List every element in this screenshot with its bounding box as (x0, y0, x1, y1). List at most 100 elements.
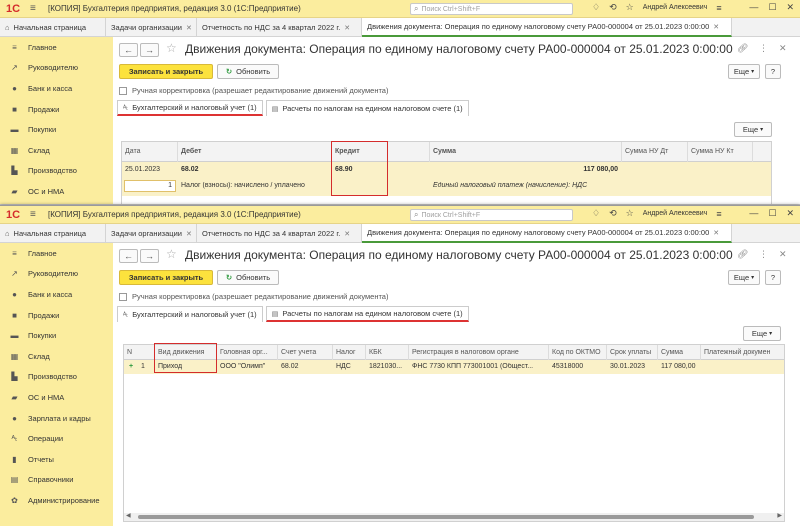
maximize-icon[interactable]: ☐ (768, 2, 776, 13)
minimize-icon[interactable]: — (749, 2, 758, 13)
manual-correction-checkbox[interactable] (119, 86, 127, 95)
sidebar-item-sales[interactable]: ■ Продажи (0, 99, 113, 120)
close-form-icon[interactable]: ✕ (779, 249, 787, 260)
tab-tasks[interactable]: Задачи организации ✕ (106, 224, 197, 243)
sidebar-item-director[interactable]: ↗ Руководителю (0, 264, 113, 285)
user-name[interactable]: Андрей Алексеевич (643, 210, 708, 217)
cell-number[interactable]: 1 (124, 180, 176, 192)
sidebar-item-assets[interactable]: ▰ ОС и НМА (0, 387, 113, 408)
settings-icon[interactable]: ≡ (716, 3, 721, 13)
col-sum[interactable]: Сумма (658, 345, 701, 360)
user-name[interactable]: Андрей Алексеевич (643, 4, 708, 11)
sidebar-item-salary[interactable]: ● Зарплата и кадры (0, 408, 113, 429)
col-date[interactable]: Дата (122, 142, 178, 162)
sidebar-item-main[interactable]: ≡ Главное (0, 243, 113, 264)
sidebar-item-admin[interactable]: ✿ Администрирование (0, 490, 113, 511)
sidebar-item-assets[interactable]: ▰ ОС и НМА (0, 181, 113, 202)
bell-icon[interactable]: ♢ (592, 208, 600, 219)
close-window-icon[interactable]: ✕ (786, 2, 794, 13)
tab-close-icon[interactable]: ✕ (713, 23, 719, 31)
col-tax[interactable]: Налог (333, 345, 366, 360)
sidebar-item-warehouse[interactable]: ▦ Склад (0, 346, 113, 367)
tab-home[interactable]: ⌂ Начальная страница (0, 18, 106, 37)
sidebar-item-main[interactable]: ≡ Главное (0, 37, 113, 58)
help-button[interactable]: ? (765, 64, 781, 79)
settings-icon[interactable]: ≡ (716, 209, 721, 219)
more-button[interactable]: Еще ▾ (728, 64, 760, 79)
col-due-date[interactable]: Срок уплаты (607, 345, 658, 360)
forward-button[interactable]: → (140, 43, 159, 57)
grid-more-button[interactable]: Еще ▾ (743, 326, 781, 341)
sidebar-item-purchases[interactable]: ▬ Покупки (0, 119, 113, 140)
subtab-accounting[interactable]: ᴬₜ Бухгалтерский и налоговый учет (1) (117, 100, 263, 116)
forward-button[interactable]: → (140, 249, 159, 263)
save-close-button[interactable]: Записать и закрыть (119, 270, 213, 285)
search-input[interactable]: ⌕ Поиск Ctrl+Shift+F (410, 3, 573, 15)
col-sum-nu-dt[interactable]: Сумма НУ Дт (622, 142, 688, 162)
scroll-left-icon[interactable]: ◀ (126, 512, 131, 519)
history-icon[interactable]: ⟲ (609, 208, 617, 219)
save-close-button[interactable]: Записать и закрыть (119, 64, 213, 79)
sidebar-item-operations[interactable]: ᴬₜ Операции (0, 428, 113, 449)
more-vertical-icon[interactable]: ⋮ (759, 43, 768, 54)
close-form-icon[interactable]: ✕ (779, 43, 787, 54)
sidebar-item-director[interactable]: ↗ Руководителю (0, 58, 113, 79)
subtab-accounting[interactable]: ᴬₜ Бухгалтерский и налоговый учет (1) (117, 306, 263, 322)
col-debit[interactable]: Дебет (178, 142, 332, 162)
sidebar-item-purchases[interactable]: ▬ Покупки (0, 325, 113, 346)
sidebar-item-production[interactable]: ▙ Производство (0, 161, 113, 182)
col-org[interactable]: Головная орг... (217, 345, 278, 360)
close-window-icon[interactable]: ✕ (786, 208, 794, 219)
scrollbar-thumb[interactable] (138, 515, 754, 519)
col-oktmo[interactable]: Код по ОКТМО (549, 345, 607, 360)
tab-close-icon[interactable]: ✕ (344, 24, 350, 32)
more-button[interactable]: Еще ▾ (728, 270, 760, 285)
col-kbk[interactable]: КБК (366, 345, 409, 360)
col-n[interactable]: N (124, 345, 155, 360)
minimize-icon[interactable]: — (749, 208, 758, 219)
sidebar-item-reports[interactable]: ▮ Отчеты (0, 449, 113, 470)
tab-close-icon[interactable]: ✕ (344, 230, 350, 238)
subtab-tax[interactable]: ▤ Расчеты по налогам на едином налоговом … (265, 306, 469, 322)
more-vertical-icon[interactable]: ⋮ (759, 249, 768, 260)
menu-icon[interactable]: ≡ (30, 209, 40, 220)
col-account[interactable]: Счет учета (278, 345, 333, 360)
col-registration[interactable]: Регистрация в налоговом органе (409, 345, 549, 360)
table-row[interactable]: + 1 Приход ООО "Олимп" 68.02 НДС 1821030… (124, 360, 784, 374)
col-pay-doc[interactable]: Платежный докумен (701, 345, 784, 360)
tab-close-icon[interactable]: ✕ (186, 230, 192, 238)
table-row[interactable]: 25.01.2023 1 68.02 Налог (взносы): начис… (122, 162, 771, 196)
manual-correction-checkbox[interactable] (119, 292, 127, 301)
sidebar-item-sales[interactable]: ■ Продажи (0, 305, 113, 326)
sidebar-item-production[interactable]: ▙ Производство (0, 367, 113, 388)
back-button[interactable]: ← (119, 249, 138, 263)
tab-tasks[interactable]: Задачи организации ✕ (106, 18, 197, 37)
maximize-icon[interactable]: ☐ (768, 208, 776, 219)
tab-close-icon[interactable]: ✕ (186, 24, 192, 32)
menu-icon[interactable]: ≡ (30, 3, 40, 14)
tab-vat-report[interactable]: Отчетность по НДС за 4 квартал 2022 г. ✕ (197, 224, 362, 243)
subtab-tax[interactable]: ▤ Расчеты по налогам на едином налоговом … (265, 100, 469, 116)
sidebar-item-bank[interactable]: ● Банк и касса (0, 284, 113, 305)
bell-icon[interactable]: ♢ (592, 2, 600, 13)
refresh-button[interactable]: ↻ Обновить (217, 270, 279, 285)
favorite-star-icon[interactable]: ☆ (166, 41, 177, 55)
favorites-star-icon[interactable]: ☆ (626, 2, 634, 13)
col-sum-nu-kt[interactable]: Сумма НУ Кт (688, 142, 753, 162)
link-icon[interactable]: 🔗︎ (737, 43, 748, 54)
tab-doc-movements[interactable]: Движения документа: Операция по единому … (362, 18, 732, 37)
refresh-button[interactable]: ↻ Обновить (217, 64, 279, 79)
tab-doc-movements[interactable]: Движения документа: Операция по единому … (362, 224, 732, 243)
col-sum[interactable]: Сумма (430, 142, 622, 162)
scroll-right-icon[interactable]: ▶ (777, 512, 782, 519)
grid-more-button[interactable]: Еще ▾ (734, 122, 772, 137)
help-button[interactable]: ? (765, 270, 781, 285)
tab-vat-report[interactable]: Отчетность по НДС за 4 квартал 2022 г. ✕ (197, 18, 362, 37)
sidebar-item-catalogs[interactable]: ▤ Справочники (0, 470, 113, 491)
back-button[interactable]: ← (119, 43, 138, 57)
horizontal-scrollbar[interactable]: ◀ ▶ (124, 513, 784, 521)
favorites-star-icon[interactable]: ☆ (626, 208, 634, 219)
history-icon[interactable]: ⟲ (609, 2, 617, 13)
search-input[interactable]: ⌕ Поиск Ctrl+Shift+F (410, 209, 573, 221)
tab-close-icon[interactable]: ✕ (713, 229, 719, 237)
